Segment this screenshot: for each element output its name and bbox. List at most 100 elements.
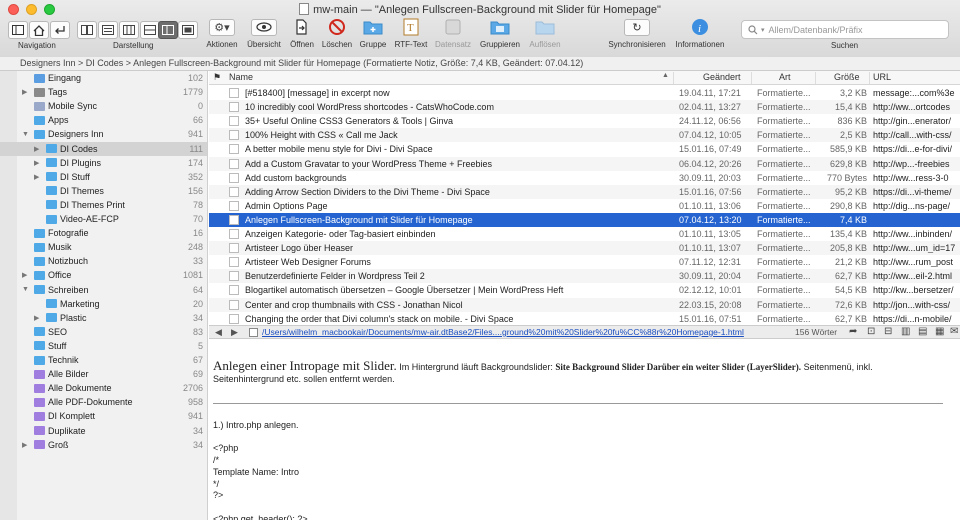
home-button[interactable] bbox=[29, 21, 49, 39]
sidebar-item[interactable]: Apps 66 bbox=[0, 113, 207, 127]
sidebar-item[interactable]: SEO 83 bbox=[0, 325, 207, 339]
flag-column-header[interactable]: ⚑ bbox=[213, 72, 221, 83]
zoom-window-button[interactable] bbox=[44, 4, 55, 15]
table-row[interactable]: Blogartikel automatisch übersetzen – Goo… bbox=[209, 283, 960, 297]
columns-icon[interactable]: ▥ bbox=[901, 326, 910, 337]
sidebar-item[interactable]: Fotografie 16 bbox=[0, 226, 207, 240]
content-line: Template Name: Intro bbox=[213, 466, 300, 477]
sidebar-item[interactable]: Eingang 102 bbox=[0, 71, 207, 85]
table-row[interactable]: Add a Custom Gravatar to your WordPress … bbox=[209, 156, 960, 171]
table-row[interactable]: Anlegen Fullscreen-Background mit Slider… bbox=[209, 212, 960, 227]
view-vertical-split-button[interactable] bbox=[158, 21, 178, 39]
minimize-window-button[interactable] bbox=[26, 4, 37, 15]
sidebar-toggle-button[interactable] bbox=[8, 21, 28, 39]
disclosure-closed-icon[interactable]: ▶ bbox=[34, 314, 39, 322]
view-columns-button[interactable] bbox=[119, 21, 139, 39]
disclosure-closed-icon[interactable]: ▶ bbox=[22, 88, 27, 96]
sidebar-item[interactable]: Alle Bilder 69 bbox=[0, 367, 207, 381]
arrow-left-icon[interactable]: ◀ bbox=[215, 327, 222, 338]
kind-cell: Formatierte... bbox=[757, 243, 811, 254]
table-row[interactable]: Changing the order that Divi column's st… bbox=[209, 312, 960, 325]
url-column-header[interactable]: URL bbox=[873, 72, 891, 82]
sidebar-item[interactable]: Mobile Sync 0 bbox=[0, 99, 207, 113]
sidebar-item[interactable]: ▶ Office 1081 bbox=[0, 268, 207, 282]
sidebar-item[interactable]: ▶ DI Stuff 352 bbox=[0, 170, 207, 184]
name-column-header[interactable]: Name bbox=[229, 72, 253, 82]
disclosure-open-icon[interactable]: ▼ bbox=[22, 131, 29, 138]
share-icon[interactable]: ➦ bbox=[849, 326, 857, 337]
kind-column-header[interactable]: Art bbox=[779, 72, 791, 82]
sidebar-item[interactable]: ▶ DI Codes 111 bbox=[0, 141, 207, 156]
name-cell: Benutzerdefinierte Felder in Wordpress T… bbox=[245, 271, 425, 282]
sidebar-item[interactable]: DI Komplett 941 bbox=[0, 409, 207, 423]
sidebar-item[interactable]: ▼ Schreiben 64 bbox=[0, 283, 207, 297]
informationen-button[interactable]: i Informationen bbox=[674, 17, 726, 49]
document-content[interactable]: Anlegen einer Intropage mit Slider. Im H… bbox=[209, 340, 960, 520]
close-window-button[interactable] bbox=[8, 4, 19, 15]
sidebar-item[interactable]: Video-AE-FCP 70 bbox=[0, 212, 207, 226]
document-path-link[interactable]: /Users/wilhelm_macbookair/Documents/mw-a… bbox=[262, 327, 744, 337]
search-field[interactable]: ▾ Allem/Datenbank/Präfix bbox=[741, 20, 949, 39]
content-line: <?php bbox=[213, 443, 239, 454]
disclosure-open-icon[interactable]: ▼ bbox=[22, 286, 29, 293]
table-row[interactable]: 10 incredibly cool WordPress shortcodes … bbox=[209, 100, 960, 115]
table-row[interactable]: Artisteer Logo über Heaser 01.10.11, 13:0… bbox=[209, 241, 960, 256]
sidebar-item[interactable]: ▶ DI Plugins 174 bbox=[0, 156, 207, 170]
sidebar-item[interactable]: DI Themes Print 78 bbox=[0, 198, 207, 212]
arrow-right-icon[interactable]: ▶ bbox=[231, 327, 238, 338]
table-row[interactable]: Artisteer Web Designer Forums 07.11.12, 1… bbox=[209, 255, 960, 269]
sidebar-item[interactable]: DI Themes 156 bbox=[0, 184, 207, 198]
sidebar-item[interactable]: ▶ Plastic 34 bbox=[0, 311, 207, 325]
table-row[interactable]: [#518400] [message] in excerpt now 19.04.… bbox=[209, 86, 960, 100]
table-row[interactable]: Benutzerdefinierte Felder in Wordpress T… bbox=[209, 269, 960, 284]
kind-cell: Formatierte... bbox=[757, 285, 811, 296]
sidebar-item[interactable]: Notizbuch 33 bbox=[0, 254, 207, 268]
sidebar-item-count: 958 bbox=[187, 397, 203, 408]
aufloesen-button[interactable]: Auflösen bbox=[519, 17, 571, 49]
disclosure-closed-icon[interactable]: ▶ bbox=[34, 159, 39, 167]
date-cell: 07.11.12, 12:31 bbox=[679, 257, 741, 268]
size-column-header[interactable]: Größe bbox=[834, 72, 860, 82]
view-icons-button[interactable] bbox=[77, 21, 97, 39]
table-row[interactable]: Center and crop thumbnails with CSS - Jo… bbox=[209, 297, 960, 312]
sidebar-item[interactable]: Technik 67 bbox=[0, 353, 207, 367]
table-row[interactable]: 100% Height with CSS « Call me Jack 07.04… bbox=[209, 128, 960, 143]
disclosure-closed-icon[interactable]: ▶ bbox=[34, 173, 39, 181]
sidebar-item[interactable]: Stuff 5 bbox=[0, 339, 207, 353]
sidebar-item[interactable]: Musik 248 bbox=[0, 240, 207, 254]
mail-icon[interactable]: ✉ bbox=[950, 326, 958, 337]
back-arrow-icon bbox=[55, 26, 65, 34]
disclosure-closed-icon[interactable]: ▶ bbox=[34, 145, 39, 153]
sidebar-item[interactable]: ▶ Tags 1779 bbox=[0, 85, 207, 99]
delete-icon bbox=[329, 19, 345, 35]
view-list-button[interactable] bbox=[98, 21, 118, 39]
sidebar-item[interactable]: Duplikate 34 bbox=[0, 424, 207, 438]
disclosure-closed-icon[interactable]: ▶ bbox=[22, 441, 27, 449]
disclosure-closed-icon[interactable]: ▶ bbox=[22, 271, 27, 279]
lock-icon[interactable]: ⊡ bbox=[867, 326, 875, 337]
column-divider bbox=[815, 72, 816, 84]
datensatz-button[interactable]: Datensatz bbox=[427, 17, 479, 49]
table-row[interactable]: Anzeigen Kategorie- oder Tag-basiert ein… bbox=[209, 227, 960, 241]
sidebar-item[interactable]: Alle PDF-Dokumente 958 bbox=[0, 395, 207, 409]
name-cell: 10 incredibly cool WordPress shortcodes … bbox=[245, 102, 494, 113]
table-row[interactable]: Adding Arrow Section Dividers to the Div… bbox=[209, 184, 960, 199]
sidebar-item[interactable]: Marketing 20 bbox=[0, 297, 207, 311]
sidebar-item[interactable]: ▶ Groß 34 bbox=[0, 438, 207, 452]
link-icon[interactable]: ⊟ bbox=[884, 326, 892, 337]
table-row[interactable]: Add custom backgrounds 30.09.11, 20:03 For… bbox=[209, 171, 960, 185]
table-row[interactable]: 35+ Useful Online CSS3 Generators & Tool… bbox=[209, 114, 960, 128]
synchronisieren-button[interactable]: ↻ Synchronisieren bbox=[608, 17, 666, 49]
sidebar-item[interactable]: Alle Dokumente 2706 bbox=[0, 381, 207, 395]
view-preview-button[interactable] bbox=[178, 21, 198, 39]
view-split-button[interactable] bbox=[140, 21, 160, 39]
back-button[interactable] bbox=[50, 21, 70, 39]
table-row[interactable]: A better mobile menu style for Divi - Di… bbox=[209, 142, 960, 156]
sidebar-item-count: 102 bbox=[187, 73, 203, 83]
bookmark-icon[interactable]: ▤ bbox=[918, 326, 927, 337]
sidebar-item-count: 67 bbox=[192, 355, 203, 365]
sidebar-item[interactable]: ▼ Designers Inn 941 bbox=[0, 127, 207, 141]
print-icon[interactable]: ▦ bbox=[935, 326, 944, 337]
table-row[interactable]: Admin Options Page 01.10.11, 13:06 Formati… bbox=[209, 199, 960, 213]
date-column-header[interactable]: Geändert bbox=[703, 72, 741, 82]
